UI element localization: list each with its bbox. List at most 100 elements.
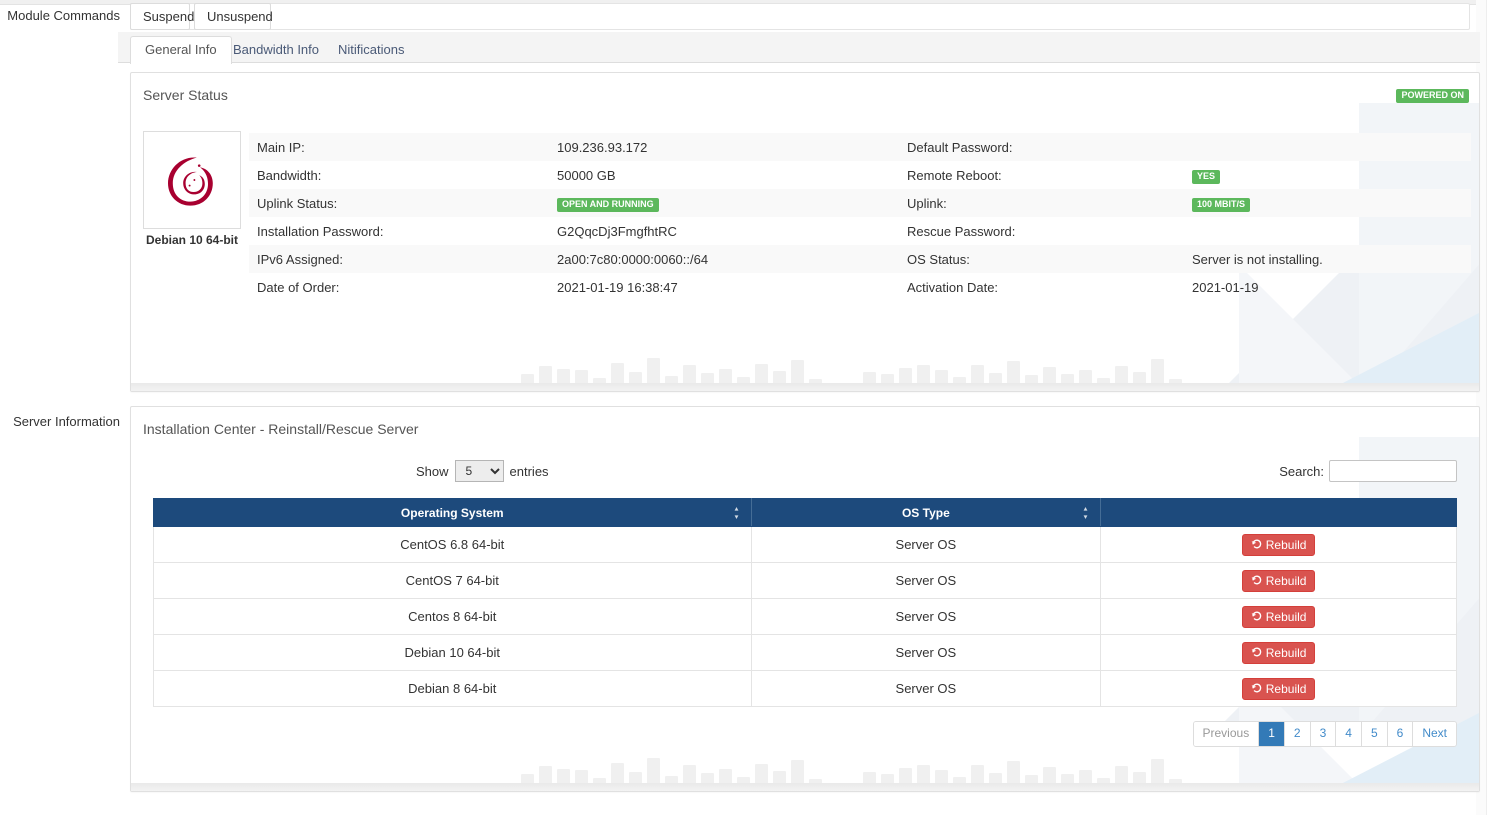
rebuild-button-label: Rebuild: [1265, 573, 1307, 588]
table-row: Installation Password: G2QqcDj3FmgfhtRC …: [249, 217, 1471, 245]
rebuild-button[interactable]: Rebuild: [1241, 605, 1316, 628]
table-row: Main IP: 109.236.93.172 Default Password…: [249, 133, 1471, 161]
tab-bar: General Info Bandwidth Info Nitification…: [118, 32, 1480, 64]
cell-operating-system: CentOS 6.8 64-bit: [153, 526, 752, 563]
pagination: Previous 1 2 3 4 5 6 Next: [1192, 721, 1457, 747]
table-row: CentOS 7 64-bit Server OS Rebuild: [153, 562, 1457, 599]
show-label: Show: [416, 463, 449, 479]
server-information-label: Server Information: [13, 414, 120, 429]
module-commands-bar: [130, 3, 1470, 30]
table-row: IPv6 Assigned: 2a00:7c80:0000:0060::/64 …: [249, 245, 1471, 273]
rebuild-button[interactable]: Rebuild: [1241, 569, 1316, 592]
info-value: Server is not installing.: [1184, 245, 1471, 273]
server-status-panel: Server Status POWERED ON Debian 10 64-bi…: [130, 72, 1480, 392]
info-label: Rescue Password:: [907, 223, 1016, 239]
os-logo-box: [143, 131, 241, 229]
entries-per-page-select[interactable]: 5 10 25 50 100: [454, 460, 504, 482]
table-row: Date of Order: 2021-01-19 16:38:47 Activ…: [249, 273, 1471, 301]
search-input[interactable]: [1329, 460, 1457, 482]
info-value: OPEN AND RUNNING: [549, 189, 899, 217]
info-value: G2QqcDj3FmgfhtRC: [557, 223, 677, 239]
info-label: OS Status:: [899, 245, 1184, 273]
debian-logo-icon: [168, 157, 213, 206]
pagination-page-3[interactable]: 3: [1310, 722, 1337, 746]
cell-operating-system: Debian 10 64-bit: [153, 634, 752, 671]
pagination-previous[interactable]: Previous: [1193, 722, 1260, 746]
info-value: [1184, 133, 1471, 161]
datatable-length-control: Show 5 10 25 50 100 entries: [416, 460, 549, 482]
rebuild-button[interactable]: Rebuild: [1241, 641, 1316, 664]
os-installation-table: Operating System OS Type CentOS 6.8 64-b…: [153, 498, 1457, 707]
page-root: Module Commands Suspend Unsuspend Genera…: [0, 0, 1500, 815]
rebuild-button[interactable]: Rebuild: [1241, 533, 1316, 556]
info-label: Default Password:: [899, 133, 1184, 161]
pagination-next[interactable]: Next: [1413, 722, 1456, 746]
column-header-action: [1100, 498, 1457, 527]
tab-bandwidth-info[interactable]: Bandwidth Info: [218, 36, 334, 63]
table-row: Debian 8 64-bit Server OS Rebuild: [153, 670, 1457, 707]
cell-operating-system: CentOS 7 64-bit: [153, 562, 752, 599]
server-status-info-table: Main IP: 109.236.93.172 Default Password…: [249, 133, 1471, 301]
datatable-search-control: Search:: [1279, 460, 1457, 482]
info-label: IPv6 Assigned:: [249, 245, 549, 273]
cell-os-type: Server OS: [750, 526, 1102, 563]
table-row: CentOS 6.8 64-bit Server OS Rebuild: [153, 526, 1457, 563]
table-row: Debian 10 64-bit Server OS Rebuild: [153, 634, 1457, 671]
pagination-page-1[interactable]: 1: [1259, 722, 1285, 746]
installation-center-title: Installation Center - Reinstall/Rescue S…: [143, 421, 419, 437]
cell-os-type: Server OS: [750, 670, 1102, 707]
tab-notifications[interactable]: Nitifications: [323, 36, 419, 63]
installation-center-panel: Installation Center - Reinstall/Rescue S…: [130, 406, 1480, 792]
column-header-os-type[interactable]: OS Type: [750, 498, 1102, 527]
info-value: 50000 GB: [557, 167, 616, 183]
unsuspend-button[interactable]: Unsuspend: [194, 3, 273, 30]
cell-os-type: Server OS: [750, 562, 1102, 599]
pagination-page-6[interactable]: 6: [1387, 722, 1414, 746]
pagination-page-5[interactable]: 5: [1361, 722, 1388, 746]
cell-os-type: Server OS: [750, 634, 1102, 671]
info-label: Uplink:: [899, 189, 1184, 217]
rebuild-button-label: Rebuild: [1265, 681, 1307, 696]
undo-icon: [1251, 647, 1261, 657]
column-label: Operating System: [400, 505, 504, 520]
entries-label: entries: [509, 463, 549, 479]
pagination-page-2[interactable]: 2: [1284, 722, 1311, 746]
cell-action: Rebuild: [1100, 670, 1457, 707]
server-status-title: Server Status: [143, 87, 228, 103]
info-value: YES: [1184, 161, 1471, 189]
table-row: Uplink Status: OPEN AND RUNNING Uplink: …: [249, 189, 1471, 217]
cell-action: Rebuild: [1100, 562, 1457, 599]
info-value: 2a00:7c80:0000:0060::/64: [549, 245, 899, 273]
info-label: Bandwidth:: [257, 167, 322, 183]
rebuild-button-label: Rebuild: [1265, 609, 1307, 624]
rebuild-button[interactable]: Rebuild: [1241, 677, 1316, 700]
cell-action: Rebuild: [1100, 634, 1457, 671]
pagination-page-4[interactable]: 4: [1336, 722, 1362, 746]
uplink-status-badge: OPEN AND RUNNING: [557, 197, 659, 212]
power-status-badge: POWERED ON: [1396, 89, 1469, 103]
rebuild-button-label: Rebuild: [1265, 645, 1307, 660]
info-value: 109.236.93.172: [549, 133, 899, 161]
undo-icon: [1251, 611, 1261, 621]
info-label: Remote Reboot:: [907, 167, 1002, 183]
info-value: [1184, 217, 1471, 245]
column-header-operating-system[interactable]: Operating System: [153, 498, 752, 527]
decorative-bar-pattern: [131, 747, 1479, 783]
tab-general-info[interactable]: General Info: [130, 36, 232, 64]
watermark-triangle-3: [1339, 313, 1479, 385]
suspend-button[interactable]: Suspend: [130, 3, 194, 30]
table-row: Bandwidth: 50000 GB Remote Reboot: YES: [249, 161, 1471, 189]
search-label: Search:: [1279, 463, 1324, 479]
info-label: Date of Order:: [257, 279, 340, 295]
info-value: 2021-01-19 16:38:47: [557, 279, 678, 295]
info-value: 2021-01-19: [1192, 279, 1259, 295]
cell-action: Rebuild: [1100, 526, 1457, 563]
table-header-row: Operating System OS Type: [153, 498, 1457, 527]
undo-icon: [1251, 683, 1261, 693]
cell-action: Rebuild: [1100, 598, 1457, 635]
right-gutter: [1486, 0, 1500, 815]
cell-operating-system: Centos 8 64-bit: [153, 598, 752, 635]
undo-icon: [1251, 575, 1261, 585]
module-commands-label: Module Commands: [7, 8, 120, 23]
actions-label: Actions: [511, 391, 559, 392]
